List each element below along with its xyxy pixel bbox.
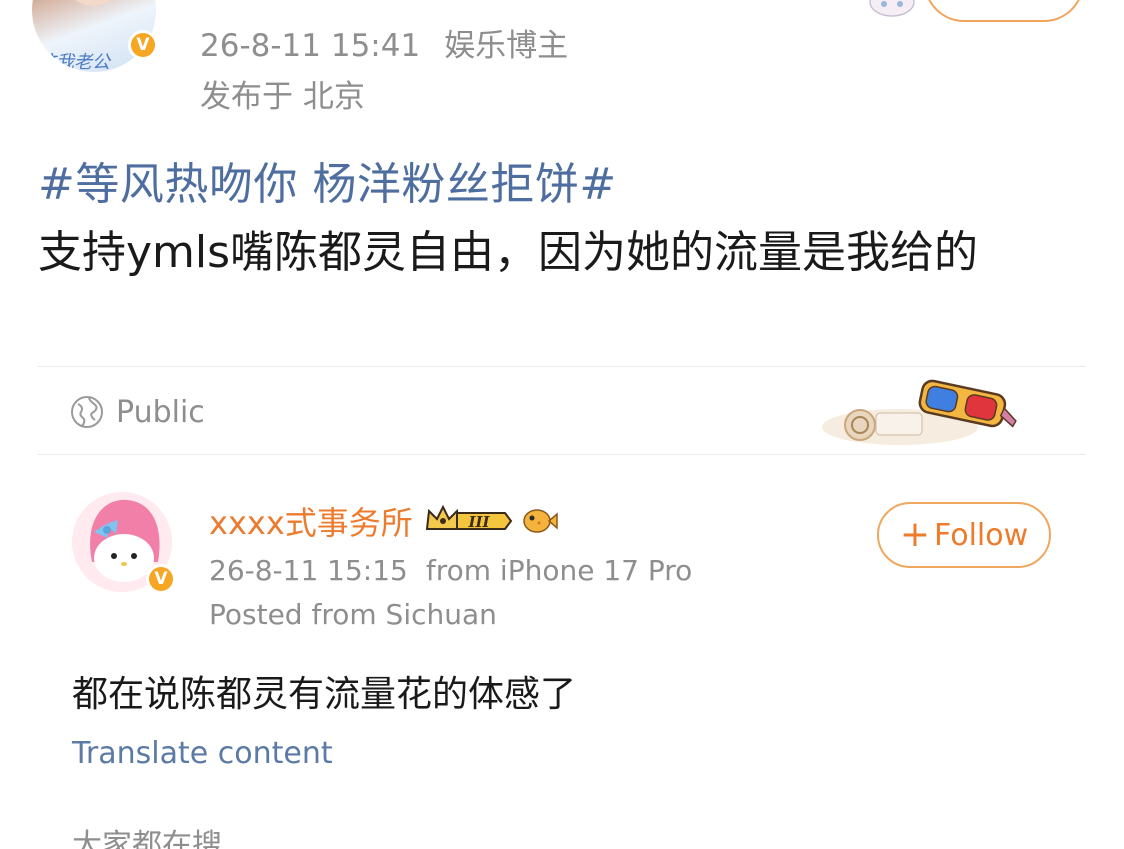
commenter-name-row: xxxx式事务所 III bbox=[209, 498, 559, 544]
translate-content-link[interactable]: Translate content bbox=[72, 736, 333, 771]
comment-timestamp: 26-8-11 15:15 bbox=[209, 554, 408, 587]
plus-icon: + bbox=[899, 514, 931, 555]
divider bbox=[38, 454, 1086, 455]
hot-search-label: 大家都在搜 bbox=[72, 828, 222, 849]
comment-meta: 26-8-11 15:15 from iPhone 17 Pro bbox=[209, 554, 692, 587]
comment-location: Posted from Sichuan bbox=[209, 598, 497, 631]
visibility-label: Public bbox=[116, 394, 205, 430]
divider bbox=[38, 366, 1086, 367]
comment-device: from iPhone 17 Pro bbox=[425, 554, 693, 587]
verified-badge-icon: V bbox=[128, 30, 158, 60]
badge-level-text: III bbox=[467, 513, 490, 531]
post-meta: 26-8-11 15:41 娱乐博主 bbox=[200, 20, 568, 65]
topic-hashtag-link[interactable]: #等风热吻你 杨洋粉丝拒饼# bbox=[38, 148, 617, 212]
post-body-text: 支持ymls嘴陈都灵自由，因为她的流量是我给的 bbox=[38, 227, 979, 278]
post-location: 发布于 北京 bbox=[200, 79, 365, 115]
fish-badge-icon bbox=[523, 509, 558, 533]
weibo-post-page: 这我老公 V 26-8-11 15:41 娱乐博主 发布于 北京 #等风热吻你 杨… bbox=[0, 0, 1124, 849]
globe-icon bbox=[71, 396, 103, 428]
top-follow-button[interactable] bbox=[924, 0, 1084, 22]
decoration-sticker-icon bbox=[869, 0, 915, 17]
author-tag: 娱乐博主 bbox=[444, 28, 569, 64]
verified-badge-icon: V bbox=[146, 564, 176, 594]
post-timestamp: 26-8-11 15:41 bbox=[200, 28, 421, 64]
follow-button[interactable]: + Follow bbox=[877, 502, 1051, 568]
comment-text: 都在说陈都灵有流量花的体感了 bbox=[72, 674, 577, 715]
3d-glasses-sticker-icon bbox=[822, 379, 1017, 445]
avatar-face bbox=[64, 0, 122, 6]
follow-label: Follow bbox=[934, 517, 1029, 553]
visibility-indicator: Public bbox=[70, 392, 205, 432]
crown-level-badge-icon: III bbox=[425, 504, 513, 531]
commenter-username[interactable]: xxxx式事务所 bbox=[209, 498, 413, 544]
avatar-caption: 这我老公 bbox=[38, 52, 110, 72]
